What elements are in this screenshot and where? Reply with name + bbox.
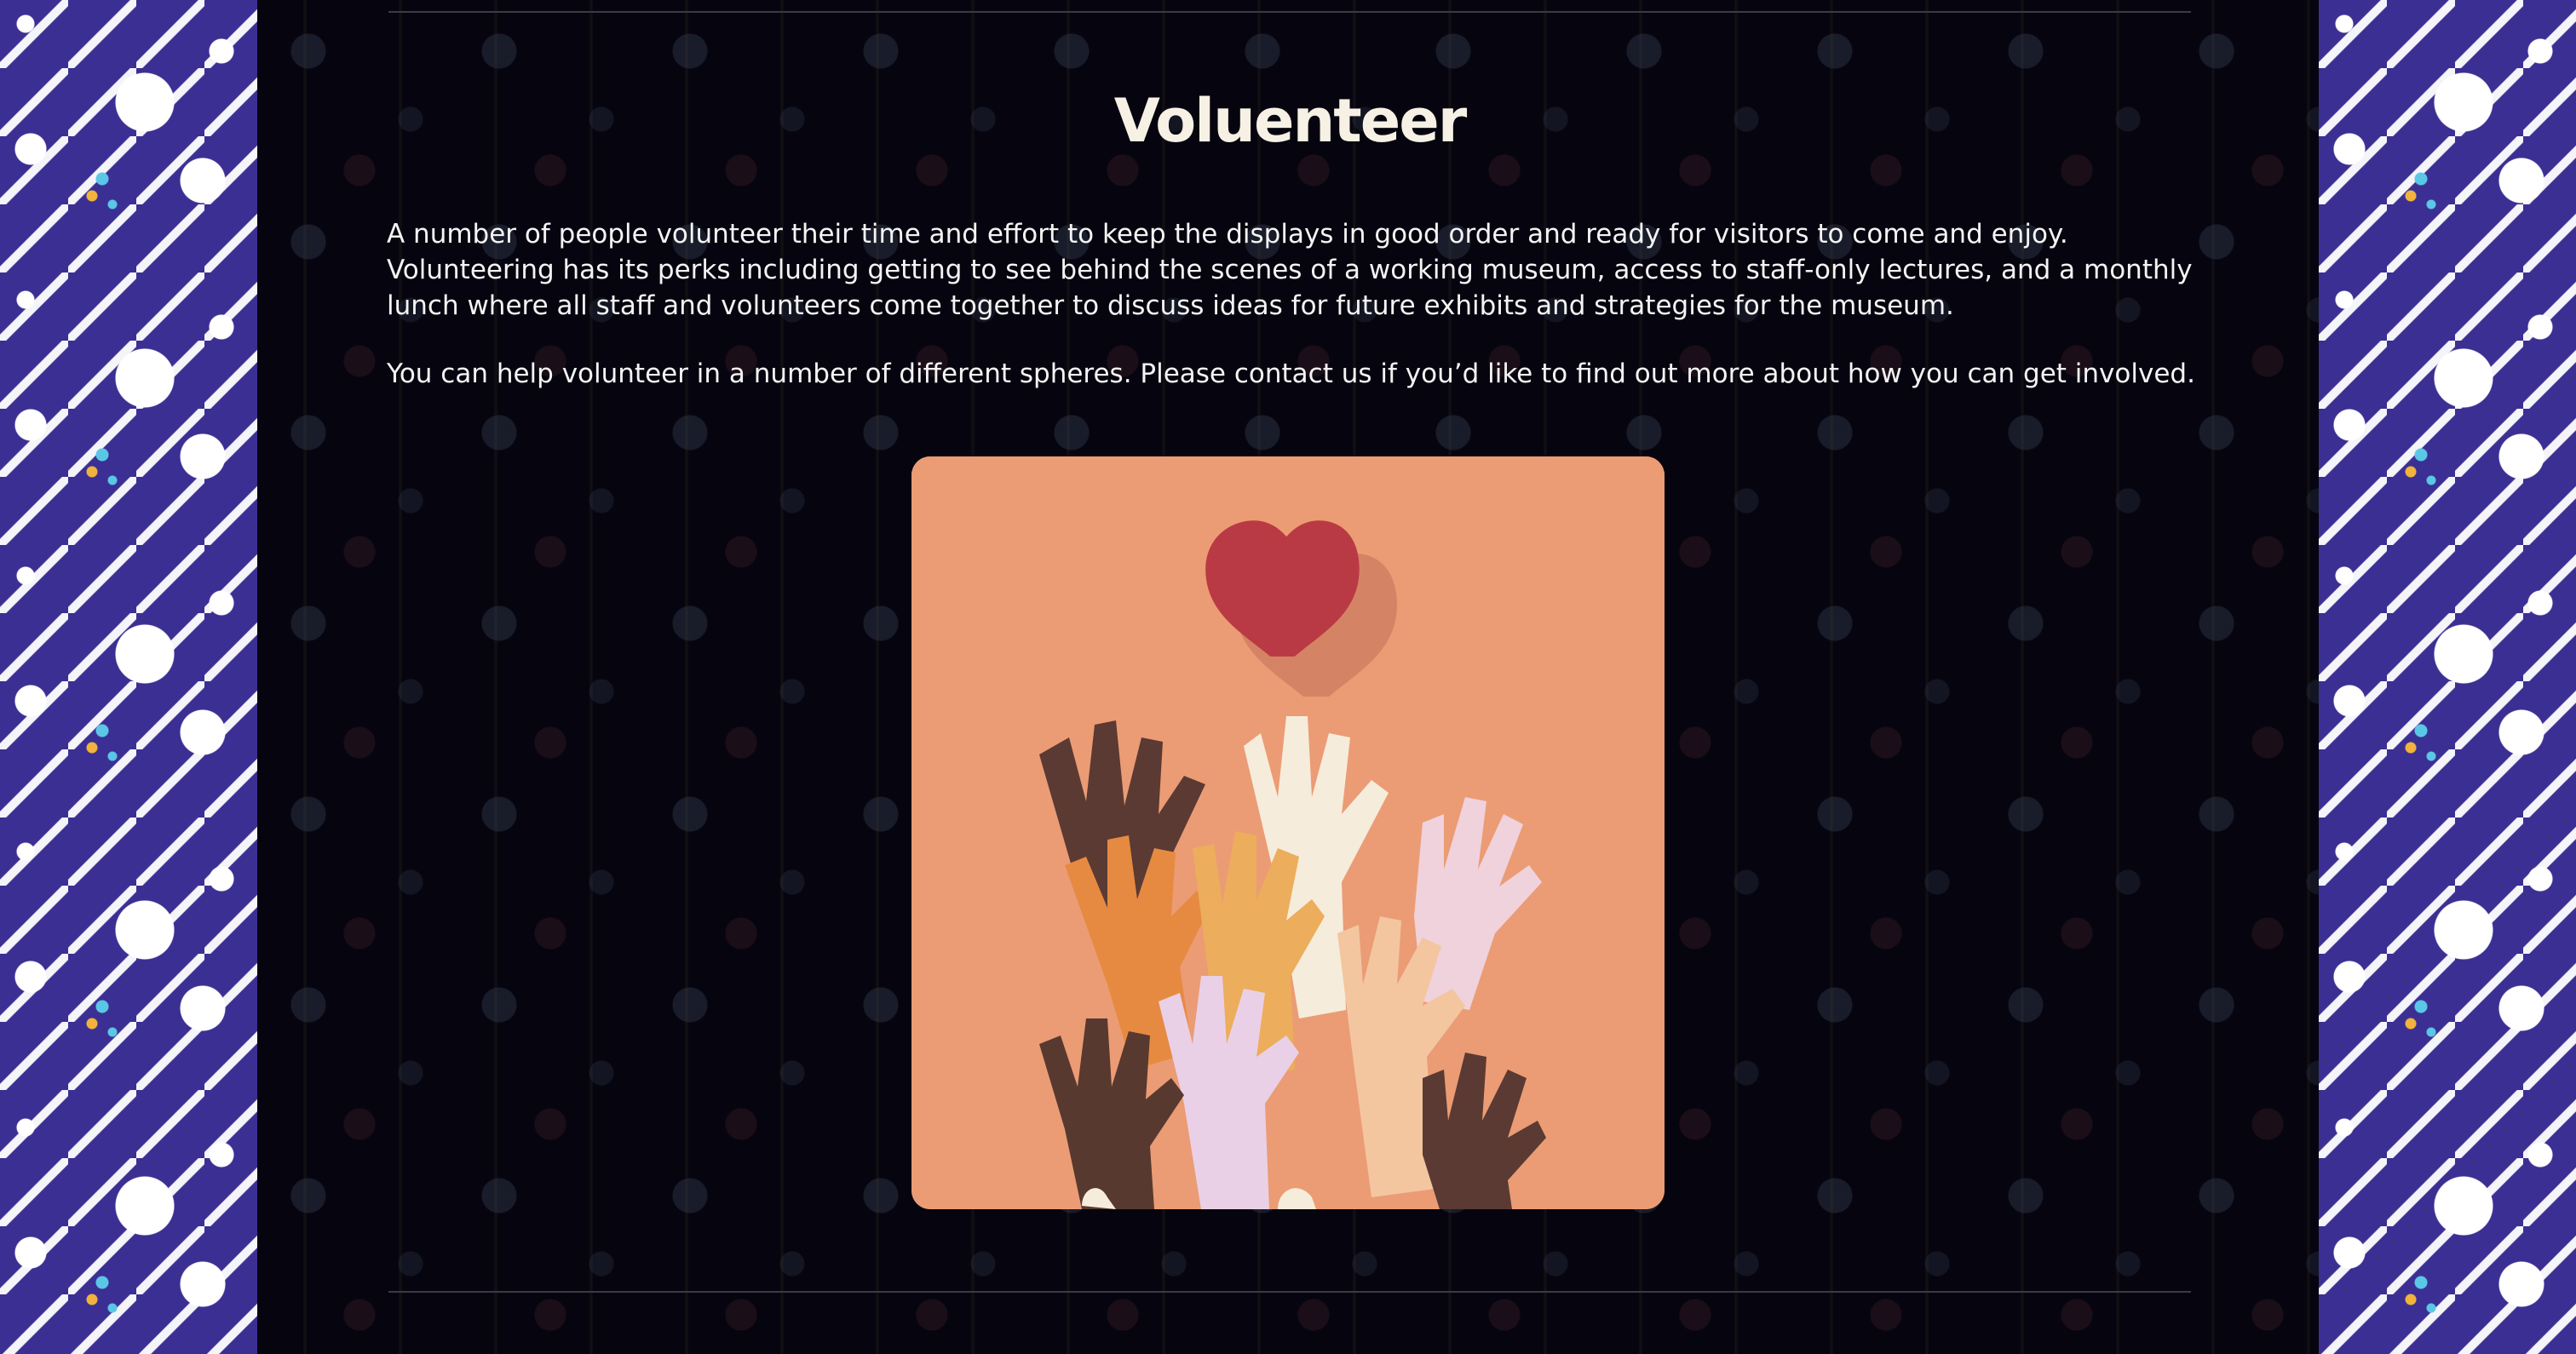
page-title: Voluenteer (1113, 86, 1468, 156)
right-science-pattern (2319, 0, 2576, 1354)
volunteer-intro-paragraph: A number of people volunteer their time … (387, 219, 2193, 321)
left-science-pattern (0, 0, 257, 1354)
hands-and-heart-image (911, 456, 1665, 1209)
volunteer-contact-paragraph: You can help volunteer in a number of di… (387, 359, 2195, 389)
top-divider (388, 11, 2191, 13)
bottom-divider (388, 1291, 2191, 1293)
volunteer-illustration (911, 456, 1665, 1209)
